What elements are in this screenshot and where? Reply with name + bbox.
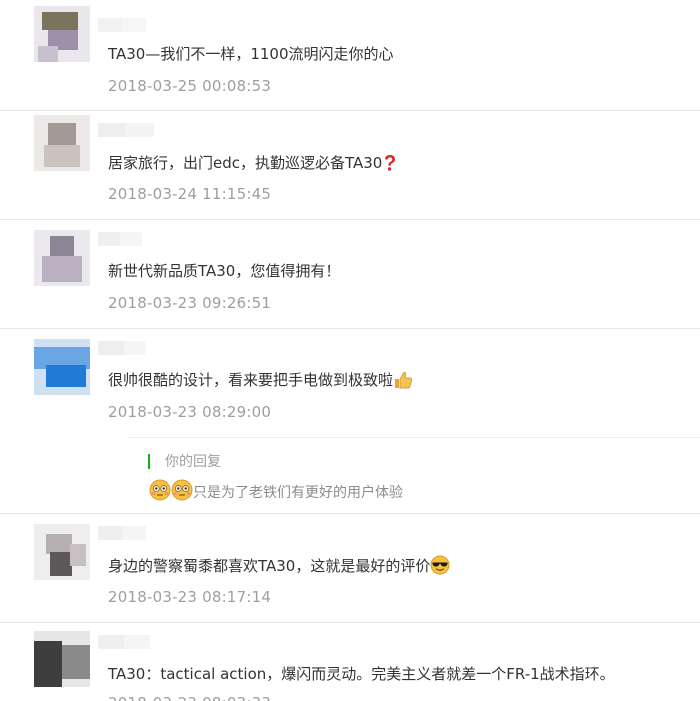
- comment-item: 很帅很酷的设计，看来要把手电做到极致啦 2018-03-23 08:29:00: [0, 329, 700, 437]
- comment-text: 新世代新品质TA30，您值得拥有！: [108, 262, 341, 280]
- comment-timestamp: 2018-03-23 09:26:51: [108, 294, 272, 312]
- flushed-face-icon: [171, 479, 193, 507]
- comment-timestamp: 2018-03-23 08:03:33: [108, 693, 271, 701]
- comment-item: 新世代新品质TA30，您值得拥有！ 2018-03-23 09:26:51: [0, 220, 700, 328]
- comment-timestamp: 2018-03-23 08:17:14: [108, 588, 272, 606]
- comment-text: 很帅很酷的设计，看来要把手电做到极致啦: [108, 370, 413, 394]
- comment-item: 居家旅行，出门edc，执勤巡逻必备TA30 2018-03-24 11:15:4…: [0, 111, 700, 219]
- avatar[interactable]: [34, 631, 90, 687]
- comment-text: 身边的警察蜀黍都喜欢TA30，这就是最好的评价: [108, 555, 450, 580]
- reply-box: 你的回复 只是为了老铁们有更好的用户体验: [127, 437, 700, 514]
- red-question-mark-icon: [382, 154, 398, 177]
- username-blurred[interactable]: [98, 232, 146, 246]
- comment-item: 身边的警察蜀黍都喜欢TA30，这就是最好的评价 2018-03-23 08:17…: [0, 514, 700, 622]
- comment-timestamp: 2018-03-24 11:15:45: [108, 185, 272, 203]
- username-blurred[interactable]: [98, 341, 146, 355]
- username-blurred[interactable]: [98, 123, 154, 137]
- comment-text: TA30—我们不一样，1100流明闪走你的心: [108, 45, 394, 63]
- username-blurred[interactable]: [98, 18, 146, 32]
- comment-text: 居家旅行，出门edc，执勤巡逻必备TA30: [108, 153, 398, 177]
- reply-label: 你的回复: [165, 454, 221, 470]
- avatar[interactable]: [34, 339, 90, 395]
- username-blurred[interactable]: [98, 526, 146, 540]
- comment-text-content: 身边的警察蜀黍都喜欢TA30，这就是最好的评价: [108, 557, 431, 575]
- comment-item: TA30：tactical action，爆闪而灵动。完美主义者就差一个FR-1…: [0, 623, 700, 701]
- comment-timestamp: 2018-03-23 08:29:00: [108, 403, 272, 421]
- reply-text: 只是为了老铁们有更好的用户体验: [149, 479, 403, 507]
- comment-text-content: 居家旅行，出门edc，执勤巡逻必备TA30: [108, 154, 383, 172]
- comment-text-content: 很帅很酷的设计，看来要把手电做到极致啦: [108, 371, 394, 389]
- reply-accent-bar: [148, 454, 150, 469]
- flushed-face-icon: [149, 479, 171, 507]
- comment-text: TA30：tactical action，爆闪而灵动。完美主义者就差一个FR-1…: [108, 665, 615, 683]
- username-blurred[interactable]: [98, 635, 150, 649]
- comment-timestamp: 2018-03-25 00:08:53: [108, 77, 272, 95]
- avatar[interactable]: [34, 115, 90, 171]
- comment-item: TA30—我们不一样，1100流明闪走你的心 2018-03-25 00:08:…: [0, 0, 700, 110]
- avatar[interactable]: [34, 524, 90, 580]
- reply-text-content: 只是为了老铁们有更好的用户体验: [193, 485, 403, 501]
- avatar[interactable]: [34, 6, 90, 62]
- avatar[interactable]: [34, 230, 90, 286]
- sunglasses-face-icon: [430, 555, 450, 580]
- thumbs-up-icon: [393, 371, 413, 394]
